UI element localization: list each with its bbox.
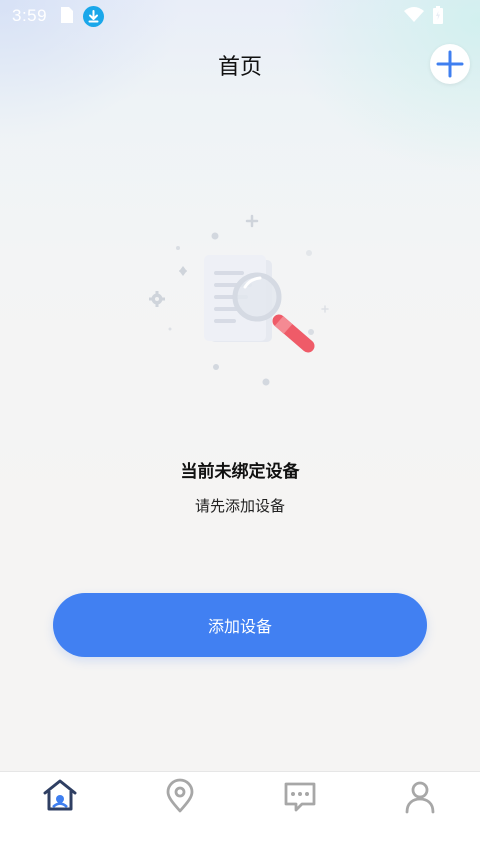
plus-icon [436,50,464,78]
nav-item-profile[interactable] [360,778,480,822]
location-pin-icon [166,778,194,813]
download-icon [83,6,104,27]
wifi-icon [404,7,424,22]
home-icon [43,779,77,811]
status-bar: 3:59 [0,0,480,32]
nav-item-messages[interactable] [240,778,360,822]
nav-item-location[interactable] [120,778,240,822]
page-title: 首页 [217,55,262,80]
battery-icon [433,6,443,24]
bottom-nav [0,771,480,853]
status-time: 3:59 [12,6,48,25]
empty-state-title: 当前未绑定设备 [180,462,300,482]
profile-icon [405,781,435,814]
add-button[interactable] [430,44,470,84]
sim-card-icon [61,7,73,23]
empty-state-subtitle: 请先添加设备 [194,497,285,515]
message-icon [284,782,316,812]
add-device-button[interactable]: 添加设备 [53,593,427,657]
document-magnifier-illustration [149,214,329,386]
nav-item-home[interactable] [0,778,120,822]
